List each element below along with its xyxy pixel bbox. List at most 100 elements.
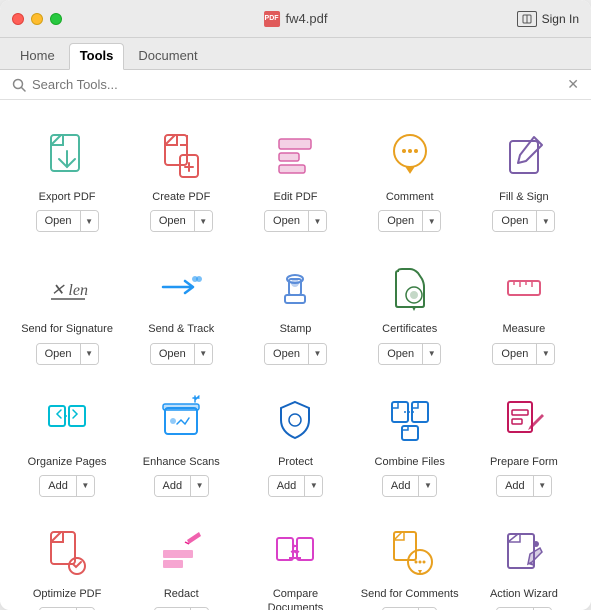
create-pdf-dropdown-button[interactable]: ▼ xyxy=(194,211,212,231)
tools-grid: Export PDFOpen▼ Create PDFOpen▼ Edit PDF… xyxy=(10,110,581,610)
prepare-form-main-button[interactable]: Add xyxy=(497,476,533,496)
certificates-button-group: Open▼ xyxy=(378,343,441,365)
fill-sign-main-button[interactable]: Open xyxy=(493,211,536,231)
organize-pages-dropdown-button[interactable]: ▼ xyxy=(76,476,94,496)
tool-item-export-pdf[interactable]: Export PDFOpen▼ xyxy=(10,110,124,242)
tool-item-protect[interactable]: Protect Add▼ xyxy=(238,375,352,507)
protect-dropdown-button[interactable]: ▼ xyxy=(304,476,322,496)
export-pdf-button-group: Open▼ xyxy=(36,210,99,232)
export-pdf-main-button[interactable]: Open xyxy=(37,211,80,231)
tab-document[interactable]: Document xyxy=(128,44,207,69)
tool-item-send-track[interactable]: Send & Track Open▼ xyxy=(124,242,238,374)
action-wizard-icon xyxy=(495,523,553,581)
combine-files-name: Combine Files xyxy=(375,455,445,469)
send-comments-icon xyxy=(381,523,439,581)
comment-name: Comment xyxy=(386,190,434,204)
organize-pages-main-button[interactable]: Add xyxy=(40,476,76,496)
nav-bar: Home Tools Document xyxy=(0,38,591,70)
tab-home[interactable]: Home xyxy=(10,44,65,69)
redact-name: Redact xyxy=(164,587,199,601)
svg-text:✕ len: ✕ len xyxy=(51,282,88,299)
prepare-form-button-group: Add▼ xyxy=(496,475,552,497)
fill-sign-button-group: Open▼ xyxy=(492,210,555,232)
organize-pages-icon xyxy=(38,391,96,449)
certificates-main-button[interactable]: Open xyxy=(379,344,422,364)
enhance-scans-dropdown-button[interactable]: ▼ xyxy=(190,476,208,496)
fill-sign-icon xyxy=(495,126,553,184)
tool-item-edit-pdf[interactable]: Edit PDF Open▼ xyxy=(238,110,352,242)
maximize-button[interactable] xyxy=(50,13,62,25)
prepare-form-dropdown-button[interactable]: ▼ xyxy=(533,476,551,496)
combine-files-main-button[interactable]: Add xyxy=(383,476,419,496)
tab-tools[interactable]: Tools xyxy=(69,43,125,70)
stamp-icon xyxy=(266,258,324,316)
compare-documents-icon xyxy=(266,523,324,581)
title-bar: PDF fw4.pdf Sign In xyxy=(0,0,591,38)
enhance-scans-name: Enhance Scans xyxy=(143,455,220,469)
tools-container: Export PDFOpen▼ Create PDFOpen▼ Edit PDF… xyxy=(0,100,591,610)
comment-main-button[interactable]: Open xyxy=(379,211,422,231)
close-button[interactable] xyxy=(12,13,24,25)
tool-item-action-wizard[interactable]: Action WizardAdd▼ xyxy=(467,507,581,610)
certificates-icon xyxy=(381,258,439,316)
tool-item-redact[interactable]: RedactAdd▼ xyxy=(124,507,238,610)
send-track-dropdown-button[interactable]: ▼ xyxy=(194,344,212,364)
protect-button-group: Add▼ xyxy=(268,475,324,497)
protect-main-button[interactable]: Add xyxy=(269,476,305,496)
create-pdf-name: Create PDF xyxy=(152,190,210,204)
action-wizard-name: Action Wizard xyxy=(490,587,558,601)
enhance-scans-main-button[interactable]: Add xyxy=(155,476,191,496)
tool-item-send-comments[interactable]: Send for CommentsAdd▼ xyxy=(353,507,467,610)
stamp-dropdown-button[interactable]: ▼ xyxy=(308,344,326,364)
combine-files-dropdown-button[interactable]: ▼ xyxy=(418,476,436,496)
export-pdf-dropdown-button[interactable]: ▼ xyxy=(80,211,98,231)
tool-item-optimize-pdf[interactable]: Optimize PDFAdd▼ xyxy=(10,507,124,610)
fill-sign-dropdown-button[interactable]: ▼ xyxy=(536,211,554,231)
edit-pdf-name: Edit PDF xyxy=(273,190,317,204)
tool-item-measure[interactable]: MeasureOpen▼ xyxy=(467,242,581,374)
send-track-button-group: Open▼ xyxy=(150,343,213,365)
search-icon xyxy=(12,78,26,92)
measure-main-button[interactable]: Open xyxy=(493,344,536,364)
tool-item-stamp[interactable]: Stamp Open▼ xyxy=(238,242,352,374)
send-track-main-button[interactable]: Open xyxy=(151,344,194,364)
send-comments-name: Send for Comments xyxy=(361,587,459,601)
tool-item-organize-pages[interactable]: Organize PagesAdd▼ xyxy=(10,375,124,507)
send-signature-dropdown-button[interactable]: ▼ xyxy=(80,344,98,364)
optimize-pdf-icon xyxy=(38,523,96,581)
edit-pdf-dropdown-button[interactable]: ▼ xyxy=(308,211,326,231)
tool-item-enhance-scans[interactable]: Enhance Scans Add▼ xyxy=(124,375,238,507)
edit-pdf-main-button[interactable]: Open xyxy=(265,211,308,231)
edit-pdf-icon xyxy=(266,126,324,184)
protect-name: Protect xyxy=(278,455,313,469)
tool-item-fill-sign[interactable]: Fill & Sign Open▼ xyxy=(467,110,581,242)
stamp-main-button[interactable]: Open xyxy=(265,344,308,364)
send-track-name: Send & Track xyxy=(148,322,214,336)
search-close-icon[interactable]: ✕ xyxy=(567,76,579,93)
send-signature-main-button[interactable]: Open xyxy=(37,344,80,364)
sign-in-button[interactable]: Sign In xyxy=(517,11,579,27)
organize-pages-button-group: Add▼ xyxy=(39,475,95,497)
measure-button-group: Open▼ xyxy=(492,343,555,365)
combine-files-icon xyxy=(381,391,439,449)
compare-documents-name: Compare Documents xyxy=(246,587,344,610)
tool-item-create-pdf[interactable]: Create PDF Open▼ xyxy=(124,110,238,242)
tool-item-certificates[interactable]: Certificates Open▼ xyxy=(353,242,467,374)
certificates-dropdown-button[interactable]: ▼ xyxy=(422,344,440,364)
fill-sign-name: Fill & Sign xyxy=(499,190,549,204)
tool-item-compare-documents[interactable]: Compare DocumentsAdd▼ xyxy=(238,507,352,610)
comment-dropdown-button[interactable]: ▼ xyxy=(422,211,440,231)
minimize-button[interactable] xyxy=(31,13,43,25)
stamp-name: Stamp xyxy=(280,322,312,336)
create-pdf-main-button[interactable]: Open xyxy=(151,211,194,231)
measure-dropdown-button[interactable]: ▼ xyxy=(536,344,554,364)
sign-in-icon xyxy=(517,11,537,27)
tool-item-prepare-form[interactable]: Prepare FormAdd▼ xyxy=(467,375,581,507)
tool-item-combine-files[interactable]: Combine Files Add▼ xyxy=(353,375,467,507)
tool-item-comment[interactable]: Comment Open▼ xyxy=(353,110,467,242)
certificates-name: Certificates xyxy=(382,322,437,336)
measure-icon xyxy=(495,258,553,316)
tool-item-send-signature[interactable]: ✕ len Send for SignatureOpen▼ xyxy=(10,242,124,374)
search-input[interactable] xyxy=(32,77,567,92)
send-signature-button-group: Open▼ xyxy=(36,343,99,365)
